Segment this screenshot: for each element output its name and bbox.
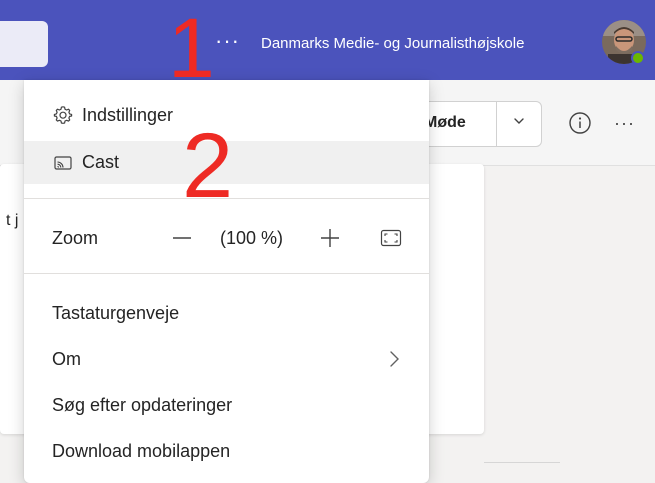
gear-icon <box>52 104 74 126</box>
menu-item-check-updates[interactable]: Søg efter opdateringer <box>24 390 429 420</box>
zoom-control: Zoom (100 %) <box>24 216 429 260</box>
info-icon[interactable] <box>568 111 592 135</box>
zoom-level-value: (100 %) <box>220 228 284 248</box>
menu-item-about-label: Om <box>52 348 81 369</box>
menu-divider <box>24 273 429 274</box>
content-text: t j <box>6 212 19 229</box>
meeting-button-label: Møde <box>424 114 466 131</box>
cast-icon <box>52 152 74 174</box>
annotation-number-1: 1 <box>168 1 215 95</box>
meeting-button-divider <box>496 101 497 147</box>
zoom-label: Zoom <box>52 228 99 248</box>
menu-item-check-updates-label: Søg efter opdateringer <box>52 394 233 415</box>
menu-item-download-mobile-app-label: Download mobilappen <box>52 440 231 461</box>
zoom-in-icon[interactable] <box>318 226 342 250</box>
presence-status-icon <box>631 51 645 65</box>
toolbar-more-button[interactable]: ··· <box>614 113 635 134</box>
menu-item-settings-label: Indstillinger <box>82 104 174 125</box>
chevron-down-icon[interactable] <box>510 112 528 130</box>
chevron-right-icon <box>385 349 403 369</box>
menu-item-keyboard-shortcuts[interactable]: Tastaturgenveje <box>24 298 429 328</box>
organization-name: Danmarks Medie- og Journalisthøjskole <box>261 35 525 52</box>
menu-item-about[interactable]: Om <box>24 344 429 374</box>
menu-item-download-mobile-app[interactable]: Download mobilappen <box>24 436 429 466</box>
annotation-number-2: 2 <box>182 115 234 217</box>
divider-line <box>484 462 560 463</box>
menu-item-cast-label: Cast <box>82 152 120 172</box>
header-more-button[interactable]: ··· <box>215 30 240 52</box>
fullscreen-icon[interactable] <box>379 226 403 250</box>
search-input[interactable] <box>0 21 48 67</box>
zoom-out-icon[interactable] <box>170 226 194 250</box>
menu-item-keyboard-shortcuts-label: Tastaturgenveje <box>52 302 180 323</box>
